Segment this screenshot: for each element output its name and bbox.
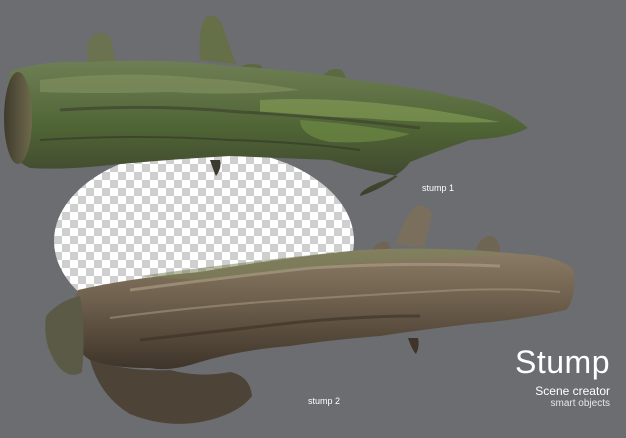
scene-canvas: stump 1 stump 2 Stump Scene creator smar… <box>0 0 626 438</box>
tagline: smart objects <box>550 398 610 409</box>
main-title: Stump <box>515 344 610 380</box>
stump-2-label: stump 2 <box>308 396 341 406</box>
subtitle: Scene creator <box>535 384 610 398</box>
title-block: Stump Scene creator smart objects <box>470 344 610 410</box>
stump-1-log <box>4 15 528 196</box>
stump-1-label: stump 1 <box>422 183 455 193</box>
